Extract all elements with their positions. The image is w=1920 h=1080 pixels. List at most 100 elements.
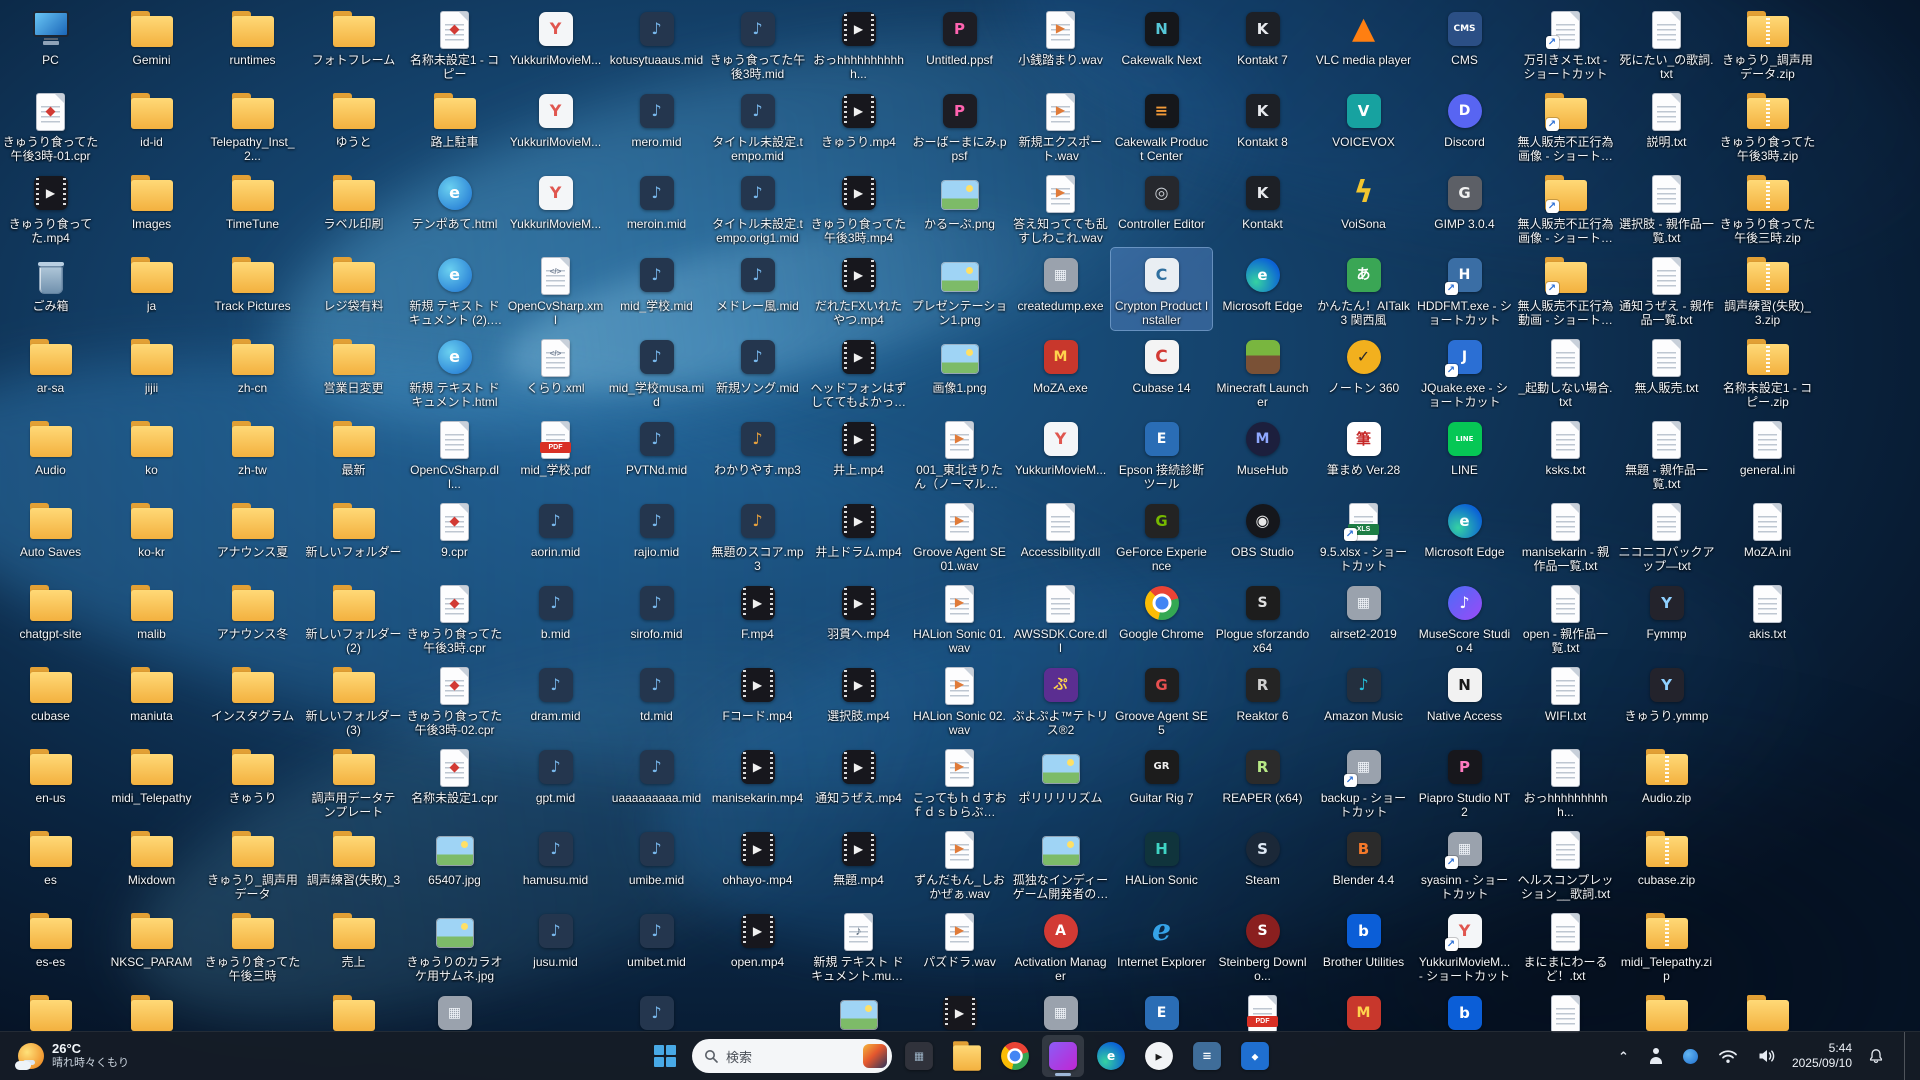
- desktop-icon[interactable]: ♪ きゅう食ってた午後3時.mid: [707, 2, 808, 84]
- desktop-icon[interactable]: ◆ きゅうり食ってた午後3時.cpr: [404, 576, 505, 658]
- desktop-icon[interactable]: Track Pictures: [202, 248, 303, 330]
- desktop-icon[interactable]: b Brother Utilities: [1313, 904, 1414, 986]
- desktop-icon[interactable]: ♪ mid_学校.mid: [606, 248, 707, 330]
- desktop-icon[interactable]: e 新規 テキスト ドキュメント (2).html: [404, 248, 505, 330]
- desktop-icon[interactable]: ▶ 選択肢.mp4: [808, 658, 909, 740]
- desktop-icon[interactable]: N Native Access: [1414, 658, 1515, 740]
- desktop-icon[interactable]: ♪ gpt.mid: [505, 740, 606, 822]
- desktop-icon[interactable]: ♪ mero.mid: [606, 84, 707, 166]
- desktop-icon[interactable]: ▶ Fコード.mp4: [707, 658, 808, 740]
- desktop-icon[interactable]: zh-tw: [202, 412, 303, 494]
- desktop-icon[interactable]: きゅうり_調声用データ.zip: [1717, 2, 1818, 84]
- desktop-icon[interactable]: midi_Telepathy.zip: [1616, 904, 1717, 986]
- desktop-icon[interactable]: ▶ 無題.mp4: [808, 822, 909, 904]
- desktop-icon[interactable]: ▶ 通知うぜえ.mp4: [808, 740, 909, 822]
- desktop-icon[interactable]: open - 親作品一覧.txt: [1515, 576, 1616, 658]
- desktop-icon[interactable]: P Untitled.ppsf: [909, 2, 1010, 84]
- desktop-icon[interactable]: ▶ きゅうり食ってた.mp4: [0, 166, 101, 248]
- desktop-icon[interactable]: ≡ Cakewalk Product Center: [1111, 84, 1212, 166]
- desktop-icon[interactable]: きゅうり食ってた午後三時: [202, 904, 303, 986]
- desktop-icon[interactable]: Gemini: [101, 2, 202, 84]
- desktop-icon[interactable]: 路上駐車: [404, 84, 505, 166]
- desktop-icon[interactable]: Y YukkuriMovieM...: [1010, 412, 1111, 494]
- desktop-icon[interactable]: ▶ こってもｈｄすおｆｄｓｂらぶぁ.wav: [909, 740, 1010, 822]
- desktop-icon[interactable]: _起動しない場合.txt: [1515, 330, 1616, 412]
- desktop-icon[interactable]: Y YukkuriMovieM...: [505, 166, 606, 248]
- desktop-icon[interactable]: ♪ 新規 テキスト ドキュメント.musicxml: [808, 904, 909, 986]
- desktop-icon[interactable]: H HALion Sonic: [1111, 822, 1212, 904]
- desktop-icon[interactable]: ♪ Amazon Music: [1313, 658, 1414, 740]
- desktop-icon[interactable]: 最新: [303, 412, 404, 494]
- desktop-icon[interactable]: GR Guitar Rig 7: [1111, 740, 1212, 822]
- desktop-icon[interactable]: ▶ 答え知ってても乱すしわこれ.wav: [1010, 166, 1111, 248]
- desktop-icon[interactable]: S Steam: [1212, 822, 1313, 904]
- desktop-icon[interactable]: WIFI.txt: [1515, 658, 1616, 740]
- desktop-icon[interactable]: NKSC_PARAM: [101, 904, 202, 986]
- desktop-icon[interactable]: e テンポあて.html: [404, 166, 505, 248]
- desktop-icon[interactable]: 新しいフォルダー: [303, 494, 404, 576]
- desktop-icon[interactable]: ▶ きゅうり食ってた午後3時.mp4: [808, 166, 909, 248]
- taskbar-dark-app[interactable]: ▦: [898, 1035, 940, 1077]
- desktop-icon[interactable]: ▶ 小銭踏まり.wav: [1010, 2, 1111, 84]
- desktop-icon[interactable]: G GeForce Experience: [1111, 494, 1212, 576]
- desktop-icon[interactable]: ♪ わかりやす.mp3: [707, 412, 808, 494]
- desktop-icon[interactable]: ▶ Groove Agent SE 01.wav: [909, 494, 1010, 576]
- desktop-icon[interactable]: ↗ 無人販売不正行為画像 - ショートカッ...: [1515, 84, 1616, 166]
- desktop-icon[interactable]: ◉ OBS Studio: [1212, 494, 1313, 576]
- desktop-icon[interactable]: きゅうりのカラオケ用サムネ.jpg: [404, 904, 505, 986]
- desktop-icon[interactable]: ゆうと: [303, 84, 404, 166]
- desktop-icon[interactable]: ♪ kotusytuaaus.mid: [606, 2, 707, 84]
- desktop-icon[interactable]: Telepathy_Inst_2...: [202, 84, 303, 166]
- desktop-icon[interactable]: ♪ 無題のスコア.mp3: [707, 494, 808, 576]
- start-button[interactable]: [644, 1035, 686, 1077]
- desktop-icon[interactable]: e 新規 テキスト ドキュメント.html: [404, 330, 505, 412]
- desktop-icon[interactable]: akis.txt: [1717, 576, 1818, 658]
- desktop-icon[interactable]: S Plogue sforzando x64: [1212, 576, 1313, 658]
- notification-bell-icon[interactable]: [1864, 1044, 1888, 1068]
- desktop-icon[interactable]: ◆ きゅうり食ってた午後3時-02.cpr: [404, 658, 505, 740]
- desktop-icon[interactable]: 死にたい_の歌詞.txt: [1616, 2, 1717, 84]
- desktop-icon[interactable]: Auto Saves: [0, 494, 101, 576]
- desktop-icon[interactable]: 選択肢 - 親作品一覧.txt: [1616, 166, 1717, 248]
- desktop-icon[interactable]: ニコニコバックアップ―txt: [1616, 494, 1717, 576]
- desktop-icon[interactable]: CMS CMS: [1414, 2, 1515, 84]
- taskbar-notepad[interactable]: ≡: [1186, 1035, 1228, 1077]
- desktop-icon[interactable]: ♪ mid_学校musa.mid: [606, 330, 707, 412]
- desktop-icon[interactable]: en-us: [0, 740, 101, 822]
- desktop-icon[interactable]: プレゼンテーション1.png: [909, 248, 1010, 330]
- desktop-icon[interactable]: ▶ open.mp4: [707, 904, 808, 986]
- desktop-icon[interactable]: 説明.txt: [1616, 84, 1717, 166]
- desktop-icon[interactable]: 65407.jpg: [404, 822, 505, 904]
- desktop-icon[interactable]: ♪ sirofo.mid: [606, 576, 707, 658]
- desktop-icon[interactable]: general.ini: [1717, 412, 1818, 494]
- desktop-icon[interactable]: ▶ だれたFXいれたやつ.mp4: [808, 248, 909, 330]
- desktop-icon[interactable]: レジ袋有料: [303, 248, 404, 330]
- desktop-icon[interactable]: V VOICEVOX: [1313, 84, 1414, 166]
- taskbar-clock[interactable]: 5:44 2025/09/10: [1792, 1041, 1852, 1071]
- desktop-icon[interactable]: ♪ PVTNd.mid: [606, 412, 707, 494]
- desktop-icon[interactable]: きゅうり_調声用データ: [202, 822, 303, 904]
- desktop-icon[interactable]: ♪ メドレー風.mid: [707, 248, 808, 330]
- desktop-icon[interactable]: フォトフレーム: [303, 2, 404, 84]
- desktop-icon[interactable]: ▶ 井上ドラム.mp4: [808, 494, 909, 576]
- desktop-icon[interactable]: ksks.txt: [1515, 412, 1616, 494]
- desktop-icon[interactable]: K Kontakt: [1212, 166, 1313, 248]
- desktop-icon[interactable]: ϟ VoiSona: [1313, 166, 1414, 248]
- weather-widget[interactable]: 26°C 晴れ時々くもり: [8, 1032, 139, 1080]
- desktop-icon[interactable]: e Internet Explorer: [1111, 904, 1212, 986]
- desktop-icon[interactable]: 調声用データテンプレート: [303, 740, 404, 822]
- desktop-icon[interactable]: ▶ 羽貫へ.mp4: [808, 576, 909, 658]
- desktop-icon[interactable]: M MuseHub: [1212, 412, 1313, 494]
- desktop-icon[interactable]: 売上: [303, 904, 404, 986]
- desktop-icon[interactable]: ♪ タイトル未設定.tempo.orig1.mid: [707, 166, 808, 248]
- tray-blue-dot-icon[interactable]: [1679, 1045, 1702, 1068]
- desktop-icon[interactable]: Google Chrome: [1111, 576, 1212, 658]
- desktop-icon[interactable]: ♪ b.mid: [505, 576, 606, 658]
- desktop-icon[interactable]: ar-sa: [0, 330, 101, 412]
- desktop-icon[interactable]: AWSSDK.Core.dll: [1010, 576, 1111, 658]
- desktop-icon[interactable]: maniuta: [101, 658, 202, 740]
- desktop-icon[interactable]: Minecraft Launcher: [1212, 330, 1313, 412]
- desktop-icon[interactable]: id-id: [101, 84, 202, 166]
- taskbar-edge[interactable]: e: [1090, 1035, 1132, 1077]
- desktop-icon[interactable]: ▶ HALion Sonic 01.wav: [909, 576, 1010, 658]
